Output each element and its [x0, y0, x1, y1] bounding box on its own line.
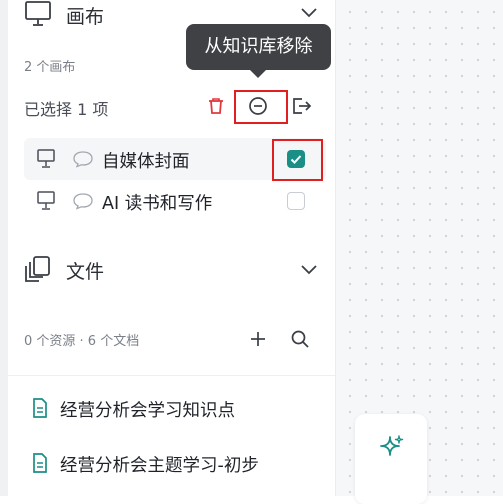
- files-icon: [25, 256, 50, 282]
- highlight-checkbox: [272, 139, 323, 181]
- list-item-label[interactable]: 自媒体封面: [102, 148, 190, 173]
- file-item-label[interactable]: 经营分析会主题学习-初步: [60, 452, 259, 477]
- left-edge-strip: [0, 0, 8, 496]
- whiteboard-item-icon: [37, 149, 55, 168]
- canvas-count: 2 个画布: [24, 60, 76, 75]
- files-section-title: 文件: [66, 261, 105, 283]
- whiteboard-icon: [25, 1, 51, 26]
- document-icon: [33, 453, 47, 473]
- sparkle-icon[interactable]: [378, 434, 406, 462]
- section-divider: [8, 375, 335, 376]
- remove-tooltip: 从知识库移除: [186, 24, 331, 70]
- whiteboard-item-icon: [37, 191, 55, 210]
- comment-icon: [73, 193, 93, 210]
- item-checkbox[interactable]: [287, 192, 305, 210]
- comment-icon: [73, 151, 93, 168]
- trash-icon[interactable]: [206, 96, 226, 116]
- file-item-label[interactable]: 经营分析会学习知识点: [60, 397, 235, 422]
- tooltip-arrow: [250, 70, 266, 78]
- move-out-icon[interactable]: [291, 96, 313, 116]
- files-count: 0 个资源 · 6 个文档: [24, 334, 140, 349]
- search-icon[interactable]: [290, 329, 310, 349]
- chevron-down-icon[interactable]: [299, 263, 319, 277]
- selection-count: 已选择 1 项: [24, 100, 109, 119]
- plus-icon[interactable]: [249, 330, 267, 348]
- highlight-remove-button: [234, 90, 288, 124]
- canvas-section-title: 画布: [66, 6, 105, 28]
- list-item-label[interactable]: AI 读书和写作: [102, 190, 212, 215]
- chevron-down-icon[interactable]: [299, 6, 319, 20]
- document-icon: [33, 398, 47, 418]
